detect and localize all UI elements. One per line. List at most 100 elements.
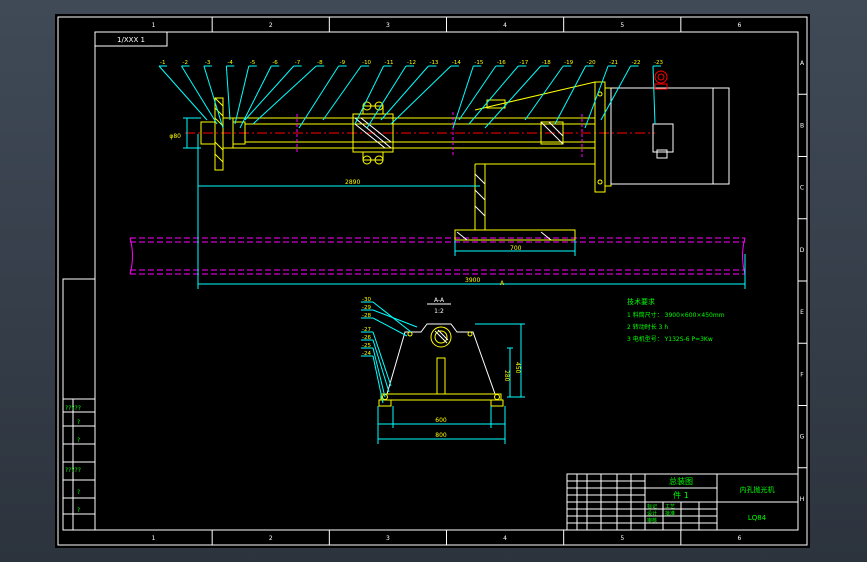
section-label: A-A [434,297,445,304]
part-number-14: -14 [452,60,461,66]
zone-row-G: G [800,434,805,441]
tech-heading: 技术要求 [627,297,655,306]
part-number-labels: -1 -2 -3 -4 -5 -6 -7 -8 -9 -10 -11 -12 -13 -14 -15 -16 -… [160,60,663,66]
part-number-13: -13 [429,60,438,66]
part-number-10: -10 [362,60,371,66]
zone-col-top-6: 6 [738,22,742,29]
zone-row-E: E [800,309,804,316]
part-number-9: -9 [340,60,346,66]
part-number-19: -19 [564,60,573,66]
title-drawing-name: 总装图 [669,476,693,486]
zone-row-B: B [800,122,804,129]
section-scale: 1:2 [434,308,444,315]
drawing-stamp: 1/XXX 1 [117,36,145,44]
zone-col-bottom-3: 3 [386,535,390,542]
zone-col-bottom-4: 4 [503,535,507,542]
section-part-28: -28 [362,313,371,319]
zone-row-C: C [800,185,804,192]
part-number-7: -7 [295,60,301,66]
part-leaders [158,65,661,129]
dim-shaft-length: 2890 [345,179,360,186]
part-number-1: -1 [160,60,165,66]
zone-col-bottom-1: 1 [152,535,156,542]
leader-line-2 [181,65,218,125]
part-number-2: -2 [182,60,187,66]
section-part-24: -24 [362,351,371,357]
leader-line-11 [354,65,384,125]
leader-line-20 [554,65,587,125]
title-block: 总装图 件 1 内孔抛光机 LQ84 标记 设计 审核 工艺 批准 [566,473,799,531]
leader-line-9 [298,65,340,129]
left-label-3: ? [77,437,80,444]
sec-leader-29 [372,309,418,328]
leader-line-6 [239,65,272,129]
zone-col-top-1: 1 [152,22,156,29]
title-row-4: 工艺 [665,504,675,510]
zone-col-top-2: 2 [269,22,273,29]
tech-line-2: 2 转动时长 3 h [627,323,668,331]
leader-line-10 [322,65,362,121]
title-machine-name: 内孔抛光机 [740,485,775,494]
zone-col-bottom-5: 5 [620,535,624,542]
part-number-23: -23 [654,60,663,66]
technical-requirements: 技术要求 1 料筒尺寸： 3900×600×450mm 2 转动时长 3 h 3… [627,297,725,343]
left-label-1: ????? [65,405,81,412]
cad-viewport[interactable]: 1 1 2 2 3 3 4 4 5 5 6 6 A B C D E F G H 1/XXX 1 ????? ? ? ?… [0,0,867,562]
zone-row-F: F [800,371,804,378]
tech-line-3: 3 电机型号： Y132S-6 P=3Kw [627,335,713,343]
zone-col-bottom-2: 2 [269,535,273,542]
part-number-18: -18 [542,60,551,66]
left-label-2: ? [77,419,80,426]
leader-line-4 [225,65,231,121]
dim-section-height-2: 280 [503,370,510,382]
left-label-6: ? [77,507,80,514]
leader-line-19 [524,65,564,121]
title-row-5: 批准 [665,510,675,517]
left-label-5: ? [77,489,80,496]
zone-row-A: A [800,60,805,67]
part-number-20: -20 [587,60,596,66]
section-part-25: -25 [362,343,371,349]
title-sheet: 件 1 [673,490,689,500]
zone-col-top-4: 4 [503,22,507,29]
zone-col-top-3: 3 [386,22,390,29]
section-part-30: -30 [362,297,371,303]
section-part-29: -29 [362,305,371,311]
zone-col-bottom-6: 6 [738,535,742,542]
zone-col-top-5: 5 [620,22,624,29]
sec-leader-24 [372,355,384,404]
part-number-16: -16 [497,60,506,66]
part-number-15: -15 [474,60,483,66]
part-number-8: -8 [317,60,323,66]
dim-section-height: 450 [514,362,521,374]
tech-line-1: 1 料筒尺寸： 3900×600×450mm [627,311,725,319]
section-view-a-a: A-A 1:2 600 800 450 280 -30-29-28-27-26-… [361,297,525,444]
title-row-1: 标记 [647,503,657,510]
part-number-5: -5 [250,60,256,66]
leader-line-15 [452,65,474,129]
leader-line-12 [366,65,407,129]
left-label-4: ????? [65,467,81,474]
dim-flange-dia: φ80 [169,133,181,140]
dim-section-inner: 600 [435,417,447,424]
title-row-3: 审核 [647,517,657,524]
dim-base-width: 700 [510,245,522,252]
leader-line-1 [158,65,208,121]
part-number-4: -4 [227,60,233,66]
leader-line-23 [652,65,656,125]
main-elevation-view: 2890 700 3900 φ80 A -1 -2 -3 -4 -5 -6 -7 -8 -9 -1… [129,60,746,289]
section-part-27: -27 [362,327,371,333]
zone-row-H: H [800,496,805,503]
part-number-17: -17 [519,60,528,66]
part-number-22: -22 [632,60,641,66]
drawing-sheet[interactable]: 1 1 2 2 3 3 4 4 5 5 6 6 A B C D E F G H 1/XXX 1 ????? ? ? ?… [55,14,810,548]
part-number-6: -6 [272,60,278,66]
dim-section-width: 800 [435,432,447,439]
title-row-2: 设计 [647,510,657,517]
title-drawing-code: LQ84 [748,514,767,522]
part-number-21: -21 [609,60,618,66]
part-number-11: -11 [385,60,394,66]
section-part-numbers: -30 -29 -28 -27 -26 -25 -24 [362,297,371,357]
part-number-3: -3 [205,60,211,66]
part-number-12: -12 [407,60,416,66]
